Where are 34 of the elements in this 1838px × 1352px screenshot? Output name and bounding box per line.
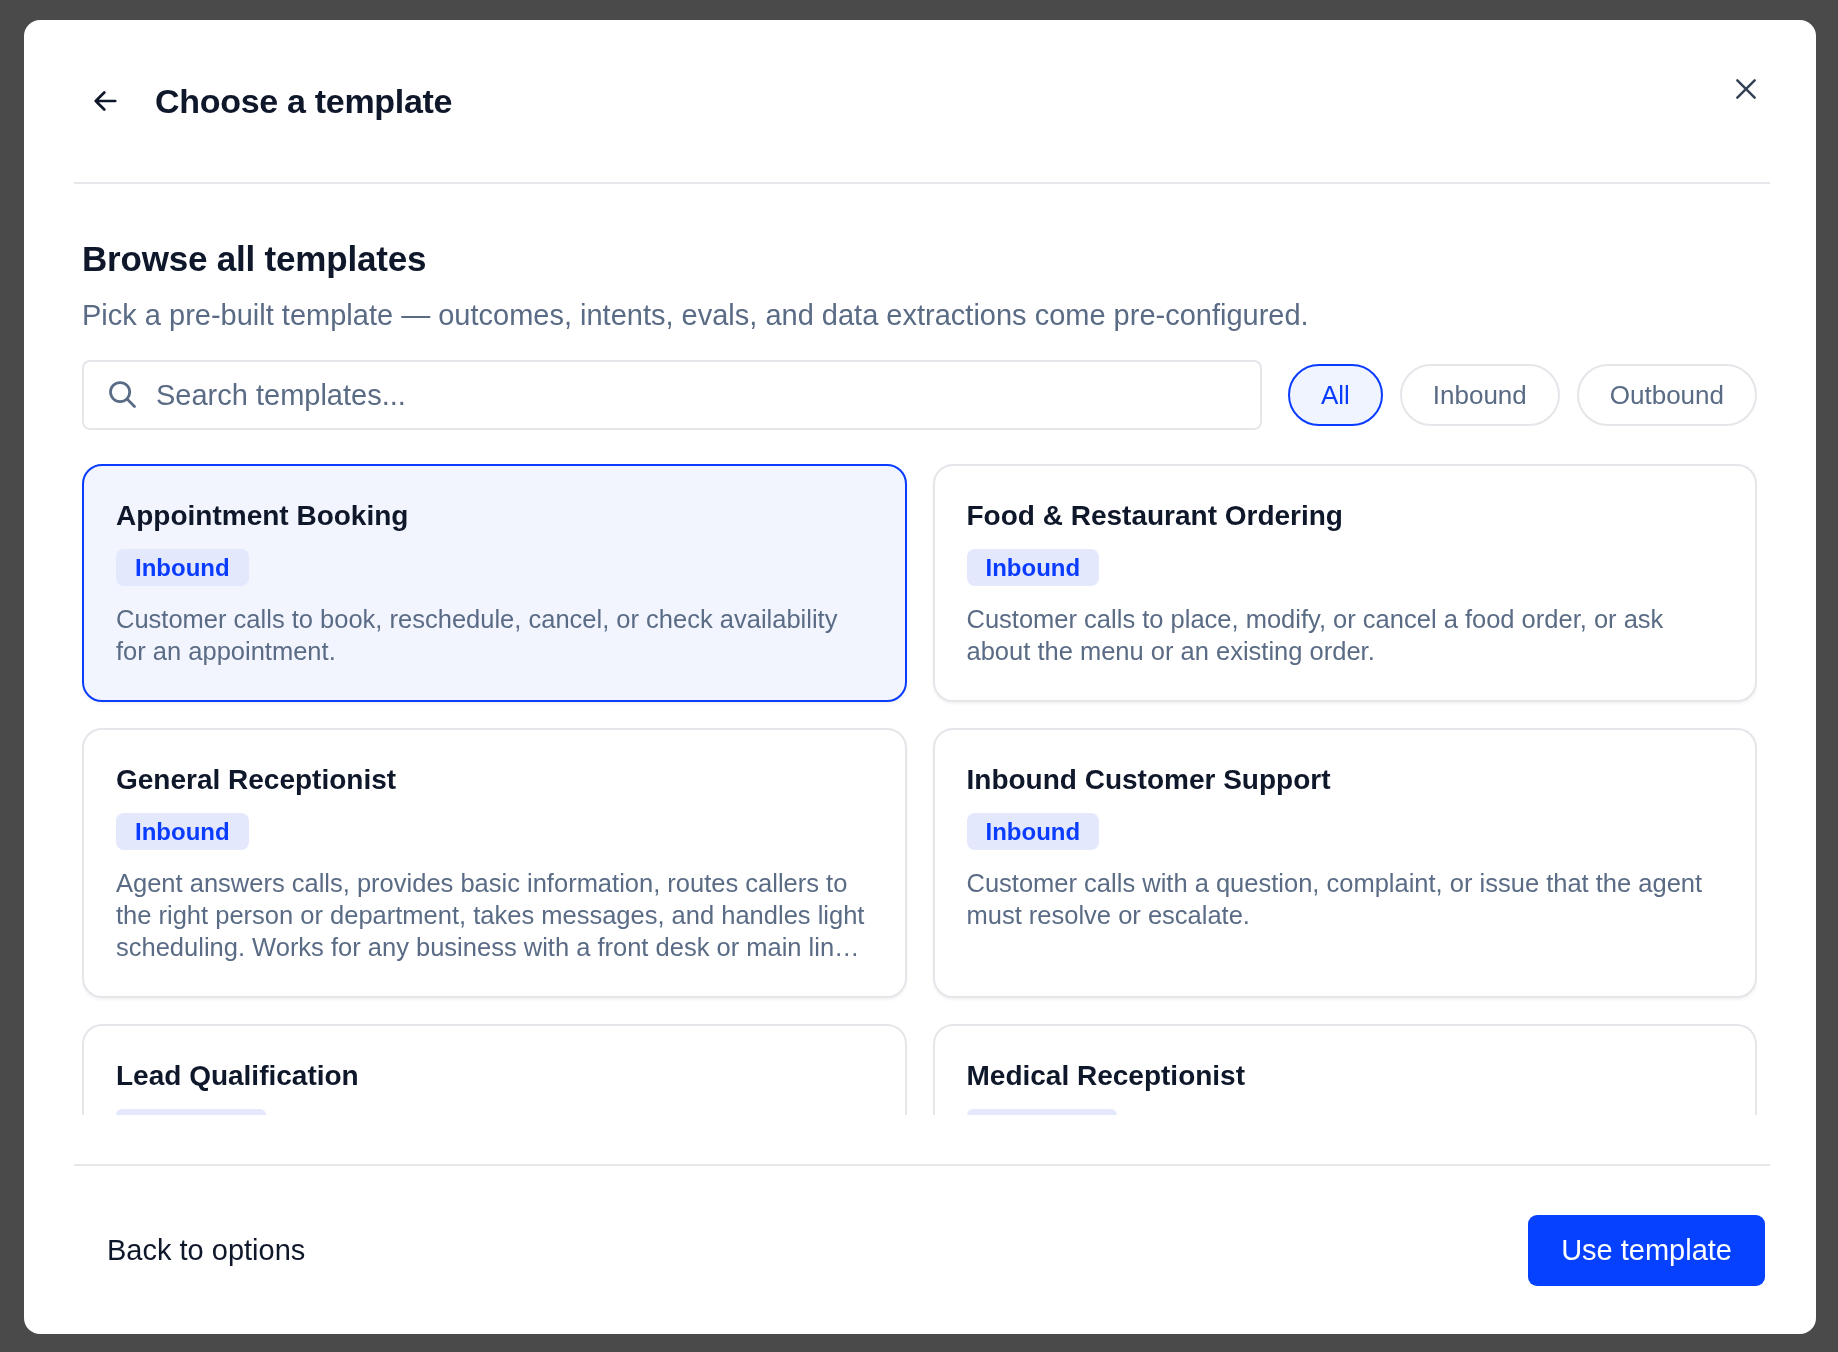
template-card[interactable]: Inbound Customer Support Inbound Customer calls with a question, complaint, or issue that the agent must resolve or escalate. — [932, 728, 1757, 998]
arrow-left-icon — [94, 91, 117, 111]
section-heading: Browse all templates — [82, 239, 427, 279]
filter-chip[interactable]: Inbound — [1399, 364, 1560, 426]
back-button[interactable] — [94, 91, 117, 111]
template-description: Agent answers calls, provides basic information, routes callers to the right person or department, takes messages, and handles light scheduling. Works for any business with a front desk or main lin… — [116, 868, 866, 963]
type-tag: Inbound — [116, 813, 249, 850]
type-tag: Inbound — [116, 549, 249, 586]
search-field[interactable]: Search templates... — [82, 360, 1262, 430]
template-description: Customer calls to book, reschedule, cancel, or check availability for an appointment. — [116, 604, 839, 667]
close-button[interactable] — [1736, 79, 1756, 99]
template-card[interactable] — [82, 728, 907, 998]
template-card[interactable]: Appointment Booking Inbound Customer calls to book, reschedule, cancel, or check availability for an appointment. — [82, 464, 907, 702]
template-card[interactable]: Lead Qualification — [82, 1024, 907, 1115]
search-icon — [109, 381, 136, 408]
section-description: Pick a pre-built template — outcomes, intents, evals, and data extractions come pre-configured. — [82, 298, 1309, 333]
filter-chip[interactable]: All — [1287, 364, 1383, 426]
template-title: Appointment Booking — [116, 499, 409, 533]
back-to-options-button[interactable]: Back to options — [74, 1219, 339, 1281]
template-description: Customer calls to place, modify, or cancel a food order, or ask about the menu or an existing order. — [966, 604, 1665, 667]
filter-chip[interactable]: Outbound — [1576, 364, 1757, 426]
template-title: Lead Qualification — [116, 1059, 359, 1093]
type-tag: Inbound — [966, 549, 1100, 586]
template-card[interactable]: Food & Restaurant Ordering Inbound Customer calls to place, modify, or cancel a food order, or ask about the menu or an existing order. — [932, 464, 1757, 702]
template-title: Food & Restaurant Ordering — [966, 499, 1343, 533]
template-title: General Receptionist — [116, 763, 397, 797]
type-tag: Inbound — [966, 813, 1100, 850]
template-card[interactable]: Medical Receptionist — [932, 1024, 1757, 1115]
use-template-button[interactable]: Use template — [1528, 1214, 1765, 1286]
dialog-title: Choose a template — [155, 81, 453, 122]
close-icon — [1736, 79, 1756, 99]
template-title: Medical Receptionist — [966, 1059, 1245, 1093]
template-title: Inbound Customer Support — [966, 763, 1331, 797]
template-description: Customer calls with a question, complaint, or issue that the agent must resolve or escalate. — [966, 868, 1704, 931]
